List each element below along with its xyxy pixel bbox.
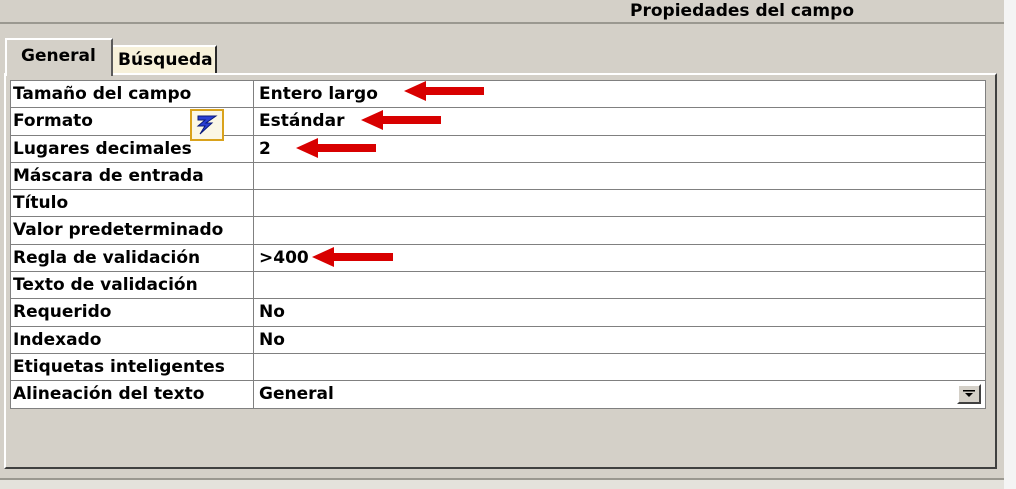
panel-title: Propiedades del campo	[630, 1, 854, 21]
property-value-text[interactable]: General	[259, 384, 334, 404]
property-row-formato: Formato Estándar	[11, 108, 986, 136]
right-edge	[1004, 0, 1016, 489]
property-name[interactable]: Valor predeterminado	[11, 217, 254, 244]
property-row-alineacion: Alineación del texto General	[11, 381, 986, 409]
header-divider	[0, 22, 1004, 24]
property-row-etiquetas: Etiquetas inteligentes	[11, 353, 986, 382]
property-name[interactable]: Título	[11, 190, 254, 217]
property-name[interactable]: Tamaño del campo	[11, 81, 254, 108]
property-row-indexado: Indexado No	[11, 326, 986, 354]
property-value[interactable]: Entero largo	[254, 81, 986, 108]
red-arrow-icon	[404, 81, 484, 101]
properties-grid: Tamaño del campo Entero largo Formato Es…	[10, 80, 986, 409]
dropdown-button[interactable]	[957, 384, 981, 405]
builder-button[interactable]	[190, 109, 224, 141]
property-value[interactable]: No	[254, 299, 986, 326]
property-name[interactable]: Indexado	[11, 326, 254, 353]
header-bar: Propiedades del campo	[0, 0, 1016, 22]
property-row-lugares-decimales: Lugares decimales 2	[11, 135, 986, 163]
property-name[interactable]: Alineación del texto	[11, 381, 254, 408]
builder-lightning-icon	[196, 115, 218, 135]
property-row-mascara: Máscara de entrada	[11, 162, 986, 191]
chevron-down-icon	[963, 390, 975, 398]
property-value[interactable]	[254, 162, 986, 190]
tab-busqueda[interactable]: Búsqueda	[113, 45, 217, 75]
property-value[interactable]	[254, 353, 986, 381]
red-arrow-icon	[296, 138, 376, 158]
property-value: General	[254, 381, 986, 408]
property-name[interactable]: Requerido	[11, 299, 254, 326]
property-row-tamano: Tamaño del campo Entero largo	[11, 81, 986, 109]
property-value[interactable]	[254, 190, 986, 217]
property-value[interactable]: No	[254, 326, 986, 353]
property-row-titulo: Título	[11, 190, 986, 218]
property-value[interactable]	[254, 272, 986, 299]
property-name[interactable]: Regla de validación	[11, 244, 254, 272]
bottom-strip	[0, 480, 1004, 489]
property-row-texto-validacion: Texto de validación	[11, 272, 986, 300]
property-value[interactable]	[254, 217, 986, 244]
red-arrow-icon	[361, 110, 441, 130]
property-name[interactable]: Etiquetas inteligentes	[11, 353, 254, 381]
red-arrow-icon	[312, 247, 393, 267]
property-row-regla-validacion: Regla de validación >400	[11, 244, 986, 273]
tab-general[interactable]: General	[5, 38, 113, 76]
property-row-valor-predeterminado: Valor predeterminado	[11, 217, 986, 245]
property-row-requerido: Requerido No	[11, 299, 986, 327]
property-name[interactable]: Texto de validación	[11, 272, 254, 299]
property-name[interactable]: Máscara de entrada	[11, 162, 254, 190]
